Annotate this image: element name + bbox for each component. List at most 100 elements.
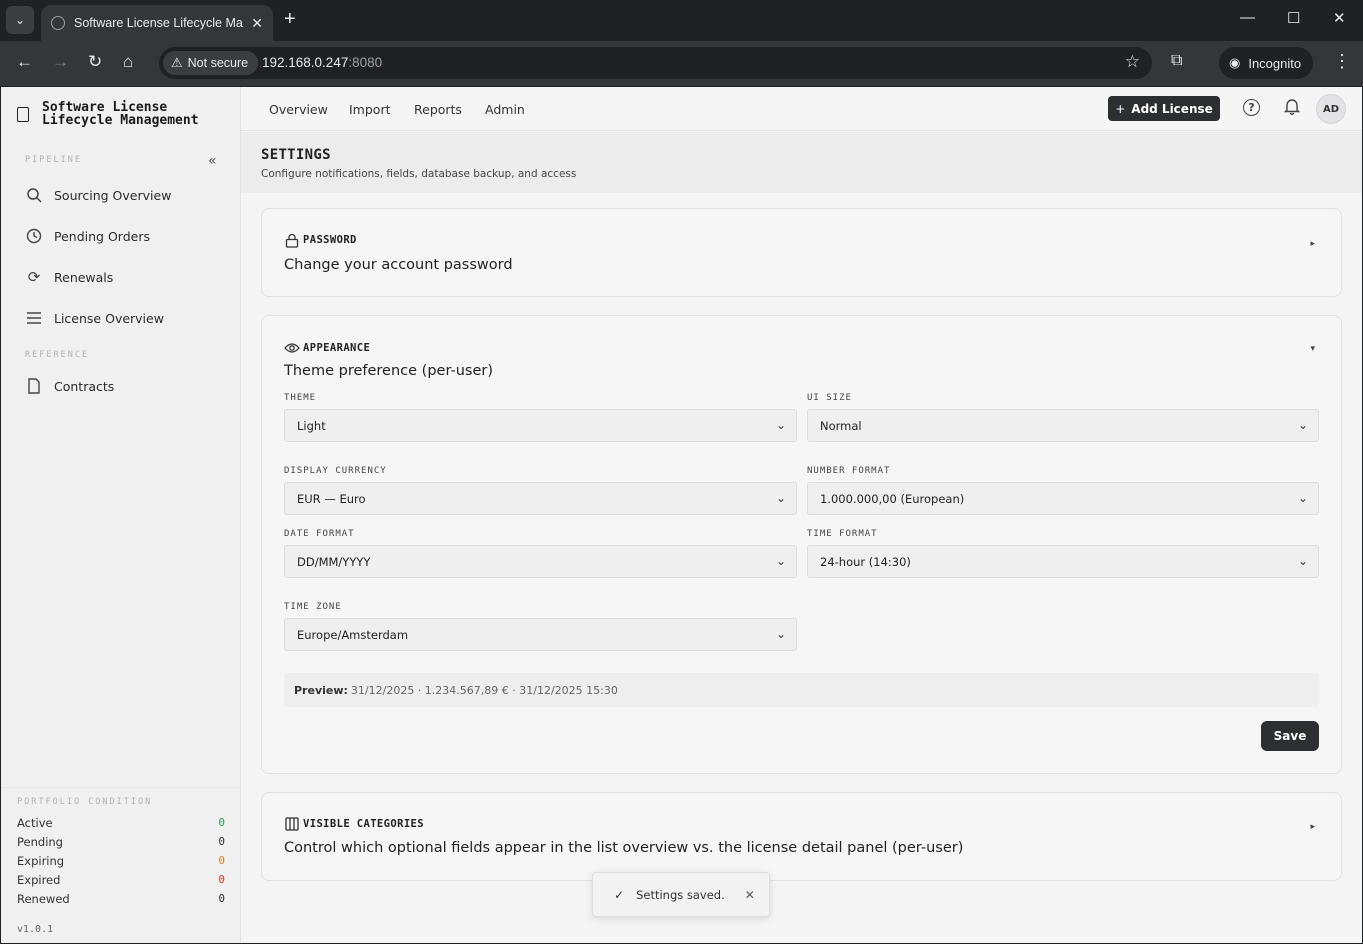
visible-categories-card[interactable]: VISIBLE CATEGORIES Control which optiona… (261, 792, 1342, 881)
card-title: APPEARANCE (303, 342, 371, 354)
avatar[interactable]: AD (1316, 94, 1346, 124)
time-zone-select[interactable]: Europe/Amsterdam ⌄ (284, 618, 797, 651)
close-icon[interactable]: ✕ (745, 888, 755, 902)
eye-icon (284, 340, 300, 356)
pipeline-label: PIPELINE (25, 155, 82, 165)
browser-tab-bar: ⌄ Software License Lifecycle Management … (0, 0, 1363, 41)
lock-icon (284, 232, 300, 248)
extensions-icon[interactable]: ⧉ (1171, 52, 1182, 70)
version-label: v1.0.1 (17, 924, 54, 935)
nav-admin[interactable]: Admin (485, 102, 525, 117)
time-format-select[interactable]: 24-hour (14:30) ⌄ (807, 545, 1319, 578)
collapse-sidebar-icon[interactable]: « (208, 153, 217, 169)
sidebar-item-label: License Overview (54, 310, 164, 326)
theme-label: THEME (284, 393, 317, 403)
card-description: Change your account password (284, 257, 513, 273)
number-format-select[interactable]: 1.000.000,00 (European) ⌄ (807, 482, 1319, 515)
stat-label: Pending (17, 835, 63, 849)
reload-icon[interactable]: ↻ (88, 52, 102, 72)
stat-active: Active 0 (17, 816, 225, 830)
address-bar[interactable]: ⚠ Not secure 192.168.0.247:8080 ☆ (159, 47, 1152, 79)
sidebar: Software License Lifecycle Management PI… (1, 87, 241, 943)
brand[interactable]: Software License Lifecycle Management (17, 101, 222, 127)
url-text[interactable]: 192.168.0.247:8080 (262, 55, 382, 70)
caret-right-icon[interactable]: ▸ (1310, 822, 1315, 832)
list-icon (25, 309, 43, 327)
caret-right-icon[interactable]: ▸ (1310, 239, 1315, 249)
nav-overview[interactable]: Overview (269, 102, 328, 117)
date-format-select[interactable]: DD/MM/YYYY ⌄ (284, 545, 797, 578)
bell-icon[interactable] (1283, 98, 1301, 119)
card-description: Theme preference (per-user) (284, 363, 494, 379)
stat-value: 0 (218, 854, 225, 867)
nav-reports[interactable]: Reports (414, 102, 462, 117)
not-secure-chip[interactable]: ⚠ Not secure (163, 51, 259, 75)
ui-size-select[interactable]: Normal ⌄ (807, 409, 1319, 442)
sidebar-item-label: Sourcing Overview (54, 187, 172, 203)
brand-title: Software License Lifecycle Management (42, 100, 199, 128)
clock-icon (25, 227, 43, 245)
tab-search-button[interactable]: ⌄ (6, 6, 34, 34)
stat-label: Renewed (17, 892, 70, 906)
select-value: Normal (820, 418, 862, 433)
preview-value: 31/12/2025 · 1.234.567,89 € · 31/12/2025… (350, 683, 618, 697)
stat-pending: Pending 0 (17, 835, 225, 849)
sidebar-item-sourcing-overview[interactable]: Sourcing Overview (25, 183, 171, 207)
warning-icon: ⚠ (171, 55, 183, 70)
chevron-down-icon: ⌄ (1297, 554, 1308, 568)
incognito-icon: ◉ (1229, 55, 1241, 70)
select-value: 24-hour (14:30) (820, 554, 911, 569)
sidebar-item-license-overview[interactable]: License Overview (25, 306, 164, 330)
save-button[interactable]: Save (1261, 721, 1319, 751)
sidebar-item-label: Renewals (54, 269, 114, 285)
display-currency-label: DISPLAY CURRENCY (284, 466, 387, 476)
time-zone-label: TIME ZONE (284, 602, 342, 612)
theme-select[interactable]: Light ⌄ (284, 409, 797, 442)
display-currency-select[interactable]: EUR — Euro ⌄ (284, 482, 797, 515)
caret-down-icon[interactable]: ▾ (1310, 344, 1315, 354)
minimize-icon[interactable]: — (1240, 9, 1255, 26)
chevron-down-icon: ⌄ (775, 627, 786, 641)
portfolio-label: PORTFOLIO CONDITION (17, 797, 153, 807)
sidebar-item-renewals[interactable]: ⟳ Renewals (25, 265, 114, 289)
nav-import[interactable]: Import (349, 102, 391, 117)
close-window-icon[interactable]: ✕ (1333, 9, 1346, 27)
url-port: :8080 (348, 55, 383, 70)
card-header: PASSWORD (284, 232, 357, 248)
add-license-button[interactable]: + Add License (1108, 96, 1220, 121)
close-icon[interactable]: ✕ (251, 15, 263, 32)
select-value: DD/MM/YYYY (297, 554, 371, 569)
card-title: PASSWORD (303, 234, 357, 246)
sidebar-item-contracts[interactable]: Contracts (25, 374, 114, 398)
sidebar-item-pending-orders[interactable]: Pending Orders (25, 224, 150, 248)
refresh-icon: ⟳ (27, 268, 41, 286)
settings-content: PASSWORD Change your account password ▸ … (241, 193, 1362, 943)
browser-menu-icon[interactable]: ⋮ (1333, 51, 1351, 72)
stat-value: 0 (218, 835, 225, 848)
select-value: Light (297, 418, 326, 433)
check-icon: ✓ (614, 887, 625, 902)
help-icon[interactable]: ? (1243, 99, 1260, 116)
maximize-icon[interactable]: ☐ (1287, 9, 1300, 27)
incognito-chip[interactable]: ◉ Incognito (1219, 47, 1314, 79)
format-preview: Preview: 31/12/2025 · 1.234.567,89 € · 3… (284, 673, 1319, 707)
browser-tab[interactable]: Software License Lifecycle Management ✕ (41, 5, 273, 41)
select-value: Europe/Amsterdam (297, 627, 409, 642)
card-title: VISIBLE CATEGORIES (303, 818, 424, 830)
document-icon (25, 377, 43, 395)
time-format-label: TIME FORMAT (807, 529, 878, 539)
number-format-label: NUMBER FORMAT (807, 466, 891, 476)
chevron-down-icon: ⌄ (775, 554, 786, 568)
new-tab-button[interactable]: + (284, 8, 296, 31)
add-license-label: Add License (1131, 101, 1213, 116)
back-icon[interactable]: ← (16, 52, 33, 72)
card-header: APPEARANCE (284, 340, 370, 356)
home-icon[interactable]: ⌂ (123, 52, 133, 72)
stat-expiring: Expiring 0 (17, 854, 225, 868)
bookmark-star-icon[interactable]: ☆ (1125, 52, 1140, 72)
stat-label: Active (17, 816, 53, 830)
forward-icon[interactable]: → (52, 52, 69, 72)
password-card[interactable]: PASSWORD Change your account password ▸ (261, 208, 1342, 297)
appearance-card: APPEARANCE Theme preference (per-user) ▾… (261, 315, 1342, 774)
columns-icon (284, 816, 300, 832)
